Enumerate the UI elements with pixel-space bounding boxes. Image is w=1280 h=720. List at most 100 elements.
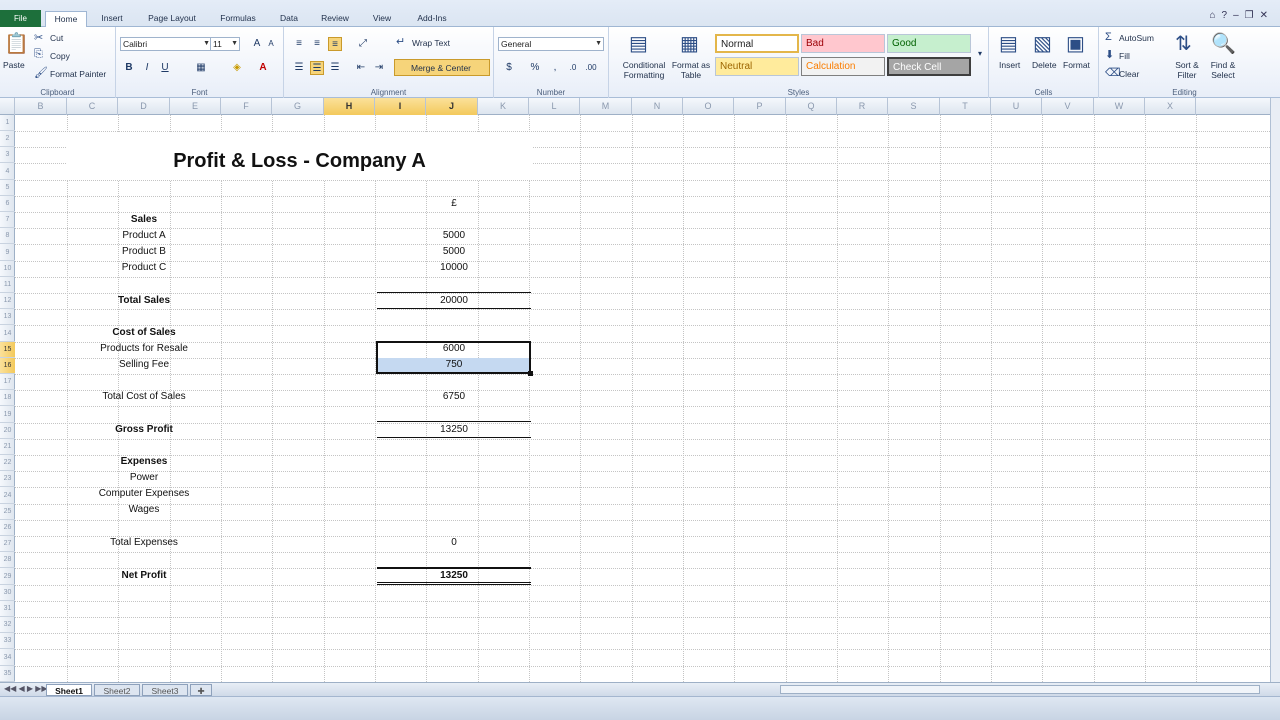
row-header-9[interactable]: 9: [0, 245, 15, 261]
column-header-k[interactable]: K: [478, 98, 529, 115]
comma-button[interactable]: ,: [548, 61, 562, 75]
row-header-12[interactable]: 12: [0, 293, 15, 310]
find-select-button[interactable]: Find & Select: [1205, 60, 1241, 80]
column-header-u[interactable]: U: [991, 98, 1042, 115]
tab-insert[interactable]: Insert: [92, 11, 132, 27]
row-header-11[interactable]: 11: [0, 277, 15, 293]
style-calculation[interactable]: Calculation: [801, 57, 885, 76]
column-header-q[interactable]: Q: [786, 98, 837, 115]
orientation-icon[interactable]: ⤢: [356, 37, 370, 51]
format-button[interactable]: Format: [1063, 60, 1090, 70]
worksheet-grid[interactable]: Profit & Loss - Company A £ Sales Produc…: [15, 115, 1270, 682]
tab-formulas[interactable]: Formulas: [212, 11, 264, 27]
column-header-x[interactable]: X: [1145, 98, 1196, 115]
row-header-21[interactable]: 21: [0, 439, 15, 455]
autosum-button[interactable]: AutoSum: [1119, 33, 1154, 43]
increase-decimal-icon[interactable]: .0: [566, 61, 580, 75]
products-resale-value[interactable]: 6000: [377, 343, 531, 354]
tab-view[interactable]: View: [364, 11, 400, 27]
column-header-i[interactable]: I: [375, 98, 426, 115]
row-header-27[interactable]: 27: [0, 536, 15, 553]
close-icon[interactable]: ✕: [1260, 10, 1274, 21]
increase-indent-icon[interactable]: ⇥: [372, 61, 386, 75]
file-tab[interactable]: File: [0, 10, 41, 27]
row-header-13[interactable]: 13: [0, 309, 15, 326]
insert-sheet-icon[interactable]: ✚: [190, 684, 212, 696]
conditional-formatting-button[interactable]: Conditional Formatting: [613, 60, 675, 80]
column-header-h[interactable]: H: [324, 98, 375, 115]
accounting-icon[interactable]: $: [502, 61, 516, 75]
row-header-15[interactable]: 15: [0, 341, 15, 358]
fill-button[interactable]: Fill: [1119, 51, 1130, 61]
column-header-s[interactable]: S: [888, 98, 940, 115]
align-center-icon[interactable]: ☰: [310, 61, 324, 75]
row-header-2[interactable]: 2: [0, 131, 15, 148]
cut-button[interactable]: Cut: [50, 33, 63, 43]
row-header-26[interactable]: 26: [0, 520, 15, 536]
shrink-font-icon[interactable]: A: [264, 37, 278, 51]
align-right-icon[interactable]: ☰: [328, 61, 342, 75]
align-left-icon[interactable]: ☰: [292, 61, 306, 75]
style-neutral[interactable]: Neutral: [715, 57, 799, 76]
row-header-20[interactable]: 20: [0, 423, 15, 439]
row-header-19[interactable]: 19: [0, 407, 15, 423]
borders-icon[interactable]: ▦: [194, 61, 208, 75]
sort-filter-button[interactable]: Sort & Filter: [1169, 60, 1205, 80]
column-header-v[interactable]: V: [1042, 98, 1094, 115]
row-header-30[interactable]: 30: [0, 585, 15, 601]
decrease-decimal-icon[interactable]: .00: [584, 61, 598, 75]
sheet-tab-2[interactable]: Sheet2: [94, 684, 140, 696]
tab-page-layout[interactable]: Page Layout: [139, 11, 205, 27]
row-header-32[interactable]: 32: [0, 617, 15, 634]
row-header-35[interactable]: 35: [0, 666, 15, 682]
percent-button[interactable]: %: [528, 61, 542, 75]
number-format-select[interactable]: General ▼: [498, 37, 604, 51]
row-header-14[interactable]: 14: [0, 326, 15, 342]
column-header-r[interactable]: R: [837, 98, 888, 115]
merge-center-button[interactable]: Merge & Center: [394, 59, 490, 76]
help-icon[interactable]: ?: [1222, 10, 1234, 21]
tab-review[interactable]: Review: [314, 11, 356, 27]
format-painter-button[interactable]: Format Painter: [50, 69, 106, 79]
styles-more-icon[interactable]: ▾: [973, 47, 987, 61]
format-as-table-button[interactable]: Format as Table: [669, 60, 713, 80]
style-bad[interactable]: Bad: [801, 34, 885, 53]
row-header-23[interactable]: 23: [0, 471, 15, 488]
row-header-3[interactable]: 3: [0, 147, 15, 164]
align-middle-icon[interactable]: ≡: [310, 37, 324, 51]
vertical-scrollbar[interactable]: [1270, 98, 1280, 682]
wrap-text-button[interactable]: Wrap Text: [412, 38, 450, 48]
row-header-22[interactable]: 22: [0, 455, 15, 472]
row-header-33[interactable]: 33: [0, 633, 15, 650]
bold-button[interactable]: B: [122, 61, 136, 75]
column-header-j[interactable]: J: [426, 98, 478, 115]
row-header-1[interactable]: 1: [0, 115, 15, 131]
delete-button[interactable]: Delete: [1032, 60, 1057, 70]
horizontal-scrollbar[interactable]: [780, 685, 1260, 694]
column-header-t[interactable]: T: [940, 98, 991, 115]
restore-icon[interactable]: ❐: [1245, 10, 1260, 21]
sheet-tab-3[interactable]: Sheet3: [142, 684, 188, 696]
row-header-28[interactable]: 28: [0, 552, 15, 569]
row-header-34[interactable]: 34: [0, 650, 15, 666]
clear-button[interactable]: Clear: [1119, 69, 1139, 79]
column-header-g[interactable]: G: [272, 98, 324, 115]
underline-button[interactable]: U: [158, 61, 172, 75]
font-size-select[interactable]: 11 ▼: [210, 37, 240, 51]
column-header-e[interactable]: E: [170, 98, 221, 115]
column-header-w[interactable]: W: [1094, 98, 1145, 115]
window-controls[interactable]: ⌂?–❐✕: [1209, 10, 1274, 21]
sheet-nav-arrows-icon[interactable]: ◀◀ ◀ ▶ ▶▶: [4, 684, 48, 693]
column-header-p[interactable]: P: [734, 98, 786, 115]
row-header-29[interactable]: 29: [0, 569, 15, 585]
tab-data[interactable]: Data: [272, 11, 306, 27]
style-normal[interactable]: Normal: [715, 34, 799, 53]
row-header-6[interactable]: 6: [0, 196, 15, 212]
column-header-l[interactable]: L: [529, 98, 580, 115]
row-header-8[interactable]: 8: [0, 228, 15, 245]
column-header-f[interactable]: F: [221, 98, 272, 115]
column-header-n[interactable]: N: [632, 98, 683, 115]
tab-home[interactable]: Home: [45, 11, 87, 28]
row-header-10[interactable]: 10: [0, 261, 15, 277]
row-header-4[interactable]: 4: [0, 164, 15, 180]
